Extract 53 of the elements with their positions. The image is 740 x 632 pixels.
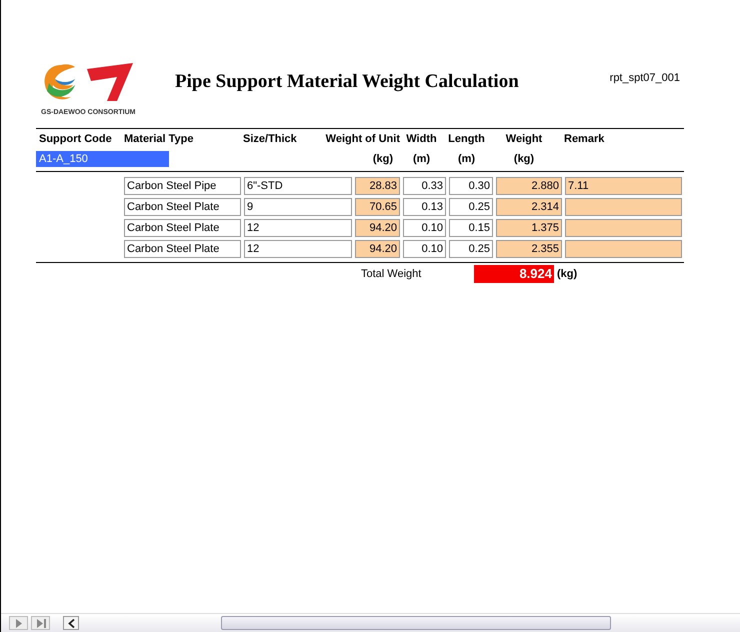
- size-field[interactable]: 9: [244, 198, 352, 216]
- length-field[interactable]: 0.25: [449, 198, 493, 216]
- report-title: Pipe Support Material Weight Calculation: [175, 71, 519, 93]
- total-unit: (kg): [557, 268, 578, 280]
- last-page-button[interactable]: [31, 616, 50, 630]
- size-field[interactable]: 6"-STD: [244, 177, 352, 195]
- column-header: Weight: [504, 132, 544, 147]
- unit-weight-field[interactable]: 94.20: [355, 219, 400, 237]
- width-field[interactable]: 0.10: [403, 240, 446, 258]
- column-unit: (m): [412, 152, 432, 167]
- remark-field[interactable]: [565, 240, 682, 258]
- size-field[interactable]: 12: [244, 219, 352, 237]
- column-unit: (m): [456, 152, 476, 167]
- material-field[interactable]: Carbon Steel Plate: [124, 240, 241, 258]
- material-field[interactable]: Carbon Steel Pipe: [124, 177, 241, 195]
- support-code-field[interactable]: A1-A_150: [36, 151, 169, 167]
- remark-field[interactable]: [565, 219, 682, 237]
- width-field[interactable]: 0.13: [403, 198, 446, 216]
- scrollbar-thumb[interactable]: [221, 616, 611, 630]
- column-header: Weight of Unit: [324, 132, 400, 147]
- report-id: rpt_spt07_001: [610, 72, 681, 84]
- material-field[interactable]: Carbon Steel Plate: [124, 219, 241, 237]
- column-unit: (kg): [372, 152, 394, 167]
- weight-field[interactable]: 2.355: [496, 240, 562, 258]
- column-header: Size/Thick: [243, 132, 298, 147]
- length-field[interactable]: 0.30: [449, 177, 493, 195]
- unit-weight-field[interactable]: 70.65: [355, 198, 400, 216]
- scroll-left-button[interactable]: [63, 616, 79, 630]
- column-header: Width: [405, 132, 438, 147]
- length-field[interactable]: 0.25: [449, 240, 493, 258]
- column-header: Support Code: [38, 132, 113, 147]
- column-header: Remark: [563, 132, 606, 147]
- column-header: Material Type: [124, 132, 194, 147]
- unit-weight-field[interactable]: 28.83: [355, 177, 400, 195]
- length-field[interactable]: 0.15: [449, 219, 493, 237]
- total-label: Total Weight: [361, 268, 422, 280]
- total-weight-field: 8.924: [474, 265, 554, 283]
- remark-field[interactable]: 7.11: [565, 177, 682, 195]
- next-page-button[interactable]: [9, 616, 28, 630]
- column-header: Length: [447, 132, 486, 147]
- unit-weight-field[interactable]: 94.20: [355, 240, 400, 258]
- skip-end-icon: [36, 618, 46, 628]
- size-field[interactable]: 12: [244, 240, 352, 258]
- weight-field[interactable]: 2.880: [496, 177, 562, 195]
- weight-field[interactable]: 2.314: [496, 198, 562, 216]
- width-field[interactable]: 0.10: [403, 219, 446, 237]
- chevron-left-icon: [68, 618, 74, 628]
- weight-field[interactable]: 1.375: [496, 219, 562, 237]
- column-unit: (kg): [512, 152, 536, 167]
- material-field[interactable]: Carbon Steel Plate: [124, 198, 241, 216]
- play-icon: [14, 618, 22, 628]
- remark-field[interactable]: [565, 198, 682, 216]
- width-field[interactable]: 0.33: [403, 177, 446, 195]
